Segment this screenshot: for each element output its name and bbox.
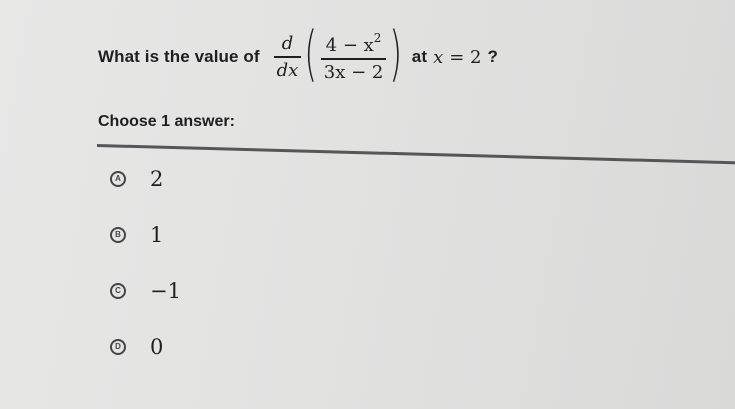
answer-option-a[interactable]: A 2 (110, 166, 163, 192)
question-prefix: What is the value of (98, 47, 260, 66)
answer-option-c[interactable]: C −1 (110, 278, 181, 304)
derivative-top: d (281, 33, 294, 55)
fraction-numerator: 4 − x2 (323, 31, 385, 58)
divider (96, 144, 735, 165)
question-prompt: What is the value of d dx ( 4 − x2 3x − … (98, 19, 498, 89)
option-a-circle-icon[interactable]: A (110, 171, 126, 187)
option-d-value: 0 (150, 335, 164, 359)
derivative-operator: d dx (273, 33, 302, 81)
choose-answer-label: Choose 1 answer: (98, 113, 235, 130)
condition-variable: x (433, 46, 444, 68)
fraction-denominator: 3x − 2 (323, 61, 384, 83)
answer-option-b[interactable]: B 1 (110, 222, 163, 248)
question-mark: ? (487, 47, 498, 66)
condition-equality: = 2 (449, 46, 482, 68)
question-connector: at (411, 47, 428, 66)
numerator-text: 4 − x (325, 35, 374, 57)
option-c-value: −1 (150, 279, 181, 303)
option-b-circle-icon[interactable]: B (110, 227, 126, 243)
right-paren: ) (389, 19, 403, 89)
option-a-value: 2 (150, 167, 164, 191)
option-c-circle-icon[interactable]: C (110, 283, 126, 299)
option-b-value: 1 (150, 223, 164, 247)
derivative-bottom: dx (276, 59, 299, 81)
option-d-circle-icon[interactable]: D (110, 339, 126, 355)
function-fraction: 4 − x2 3x − 2 (320, 31, 387, 83)
answer-option-d[interactable]: D 0 (110, 334, 163, 360)
left-paren: ( (304, 19, 318, 89)
numerator-exponent: 2 (373, 31, 382, 46)
